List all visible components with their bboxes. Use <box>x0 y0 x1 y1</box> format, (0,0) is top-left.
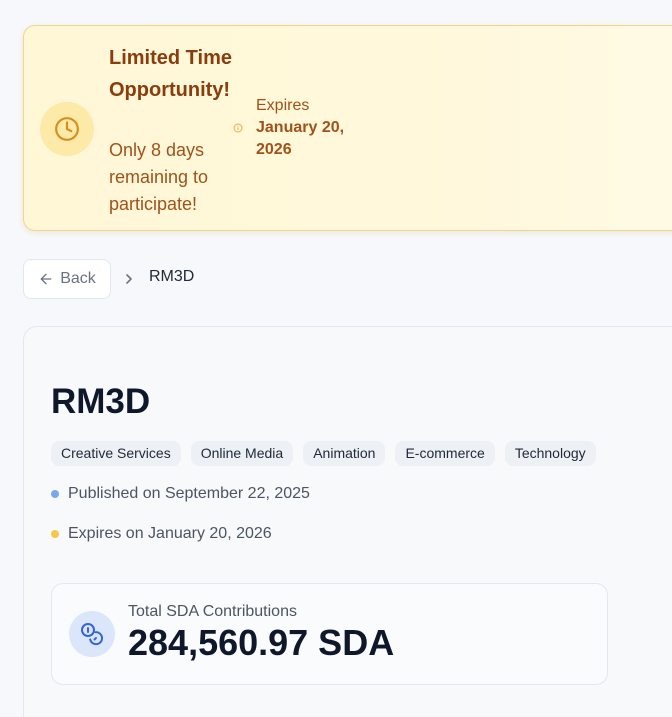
arrow-left-icon <box>40 273 52 285</box>
published-text: Published on September 22, 2025 <box>68 485 310 502</box>
chevron-right-icon <box>126 274 132 284</box>
tag-online-media: Online Media <box>190 441 294 466</box>
back-label: Back <box>60 270 96 287</box>
expires-dot-icon <box>51 530 59 538</box>
tag-list: Creative Services Online Media Animation… <box>51 441 596 466</box>
back-button[interactable]: Back <box>23 259 111 299</box>
expires-label: Expires <box>256 97 310 114</box>
tag-technology: Technology <box>504 441 596 466</box>
banner-expiry: Expires January 20, 2026 <box>256 95 356 161</box>
contributions-label: Total SDA Contributions <box>128 603 297 620</box>
total-contributions-card: Total SDA Contributions 284,560.97 SDA <box>51 583 608 685</box>
expires-text: Expires on January 20, 2026 <box>68 525 272 542</box>
tag-animation: Animation <box>303 441 386 466</box>
expiry-date: Expires on January 20, 2026 <box>51 525 272 543</box>
expires-date: January 20, 2026 <box>256 119 345 158</box>
tag-creative-services: Creative Services <box>51 441 181 466</box>
project-title: RM3D <box>51 382 151 421</box>
clock-icon <box>40 102 94 156</box>
breadcrumb-current: RM3D <box>149 268 195 285</box>
project-card: RM3D Creative Services Online Media Anim… <box>23 326 672 717</box>
tag-e-commerce: E-commerce <box>395 441 495 466</box>
coins-icon <box>69 611 115 657</box>
banner-title: Limited Time Opportunity! <box>109 47 232 101</box>
limited-time-banner: Limited Time Opportunity! Only 8 days re… <box>23 25 672 231</box>
contributions-value: 284,560.97 SDA <box>128 622 395 663</box>
published-dot-icon <box>51 490 59 498</box>
banner-subtitle: Only 8 days remaining to participate! <box>109 140 209 214</box>
info-icon <box>233 123 243 133</box>
published-date: Published on September 22, 2025 <box>51 485 310 503</box>
